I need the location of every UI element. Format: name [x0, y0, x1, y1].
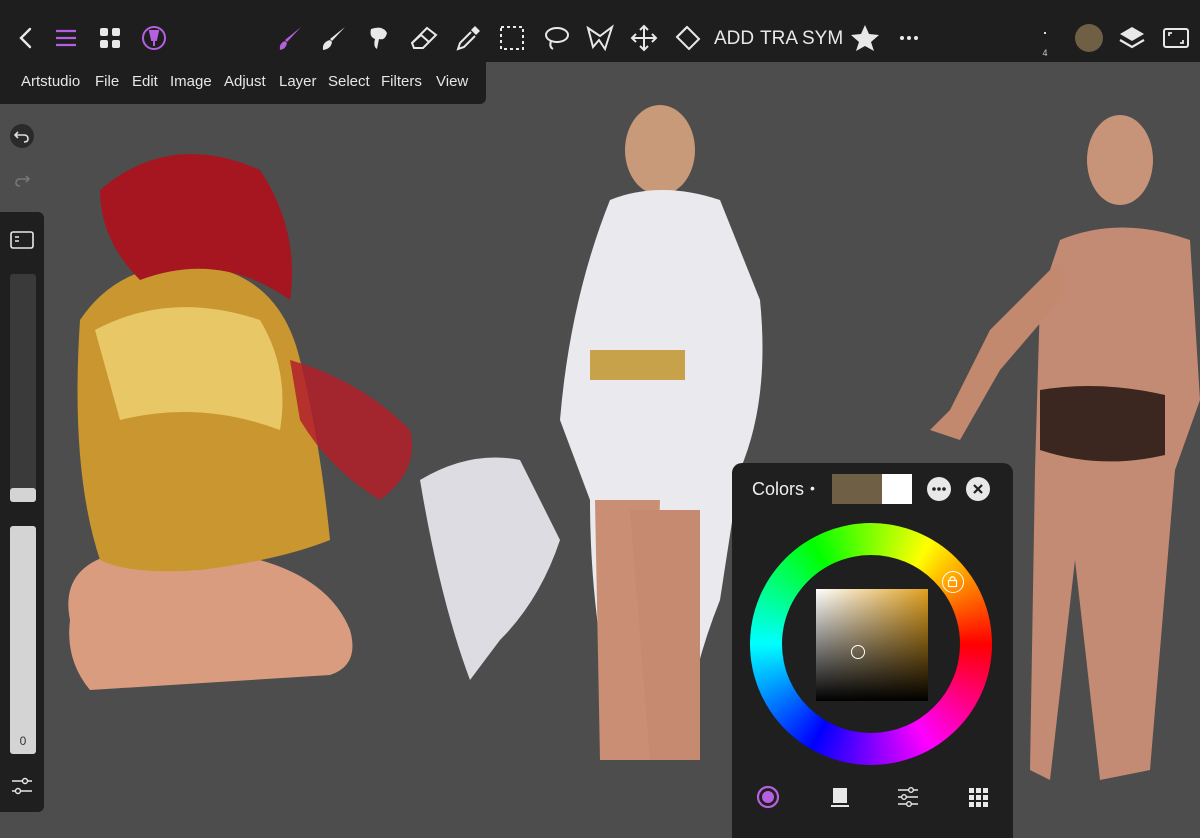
rect-select-icon[interactable]: [494, 20, 530, 56]
menu-adjust[interactable]: Adjust: [224, 73, 266, 90]
sidebar-toggle-icon[interactable]: [10, 230, 34, 250]
eyedropper-icon[interactable]: [450, 20, 486, 56]
brush-settings-icon[interactable]: [10, 775, 34, 797]
menu-edit[interactable]: Edit: [132, 73, 158, 90]
menu-bar: Artstudio File Edit Image Adjust Layer S…: [0, 62, 486, 104]
brush-opacity-slider[interactable]: 0: [10, 526, 36, 754]
smudge-icon[interactable]: [316, 20, 352, 56]
top-toolbar: ADD TRA SYM 4: [0, 0, 1200, 62]
menu-select[interactable]: Select: [328, 73, 370, 90]
back-icon[interactable]: [8, 20, 44, 56]
blur-icon[interactable]: [360, 20, 396, 56]
symmetry-tool-button[interactable]: SYM: [802, 28, 843, 50]
favorite-star-icon[interactable]: [847, 20, 883, 56]
brush-library-icon[interactable]: [136, 20, 172, 56]
hue-wheel[interactable]: [750, 523, 992, 765]
left-sidebar: 0: [0, 212, 44, 812]
brush-size-slider[interactable]: [10, 274, 36, 502]
apps-grid-icon[interactable]: [92, 20, 128, 56]
move-icon[interactable]: [626, 20, 662, 56]
menu-filters[interactable]: Filters: [381, 73, 422, 90]
paint-brush-icon[interactable]: [272, 20, 308, 56]
hamburger-icon[interactable]: [48, 20, 84, 56]
primary-color-swatch[interactable]: [832, 474, 882, 504]
brush-dot-icon: [1044, 32, 1046, 34]
more-icon[interactable]: [891, 20, 927, 56]
polygon-select-icon[interactable]: [582, 20, 618, 56]
brush-opacity-slider-fill: [10, 526, 36, 754]
figure-sketch-toga: [420, 105, 763, 760]
secondary-color-swatch[interactable]: [882, 474, 912, 504]
menu-file[interactable]: File: [95, 73, 119, 90]
undo-icon[interactable]: [10, 124, 34, 148]
swatch-tab-icon[interactable]: [828, 785, 852, 809]
palette-grid-tab-icon[interactable]: [966, 785, 990, 809]
colors-panel-dot: •: [810, 480, 815, 496]
lasso-icon[interactable]: [538, 20, 574, 56]
close-icon[interactable]: [966, 477, 990, 501]
sliders-tab-icon[interactable]: [896, 785, 920, 809]
menu-artstudio[interactable]: Artstudio: [21, 73, 80, 90]
brush-size-indicator[interactable]: 4: [1040, 30, 1050, 58]
layers-icon[interactable]: [1114, 20, 1150, 56]
hue-picker-handle[interactable]: [942, 571, 964, 593]
menu-layer[interactable]: Layer: [279, 73, 317, 90]
fullscreen-icon[interactable]: [1158, 20, 1194, 56]
colors-panel-title: Colors: [752, 479, 805, 499]
fill-icon[interactable]: [670, 20, 706, 56]
menu-image[interactable]: Image: [170, 73, 212, 90]
sv-picker-handle[interactable]: [851, 645, 865, 659]
redo-icon[interactable]: [10, 168, 34, 192]
helmet-sketch: [68, 154, 412, 690]
add-tool-button[interactable]: ADD: [714, 28, 754, 50]
colors-panel: Colors •: [732, 463, 1013, 838]
menu-view[interactable]: View: [436, 73, 468, 90]
eraser-icon[interactable]: [406, 20, 442, 56]
colors-more-icon[interactable]: [927, 477, 951, 501]
canvas[interactable]: [0, 0, 1200, 838]
opacity-value: 0: [19, 734, 27, 748]
transform-tool-button[interactable]: TRA: [760, 28, 798, 50]
saturation-value-square[interactable]: [816, 589, 928, 701]
wheel-tab-icon[interactable]: [756, 785, 780, 809]
active-color-swatch[interactable]: [1075, 24, 1103, 52]
brush-size-slider-fill: [10, 488, 36, 502]
brush-size-value: 4: [1042, 48, 1048, 58]
